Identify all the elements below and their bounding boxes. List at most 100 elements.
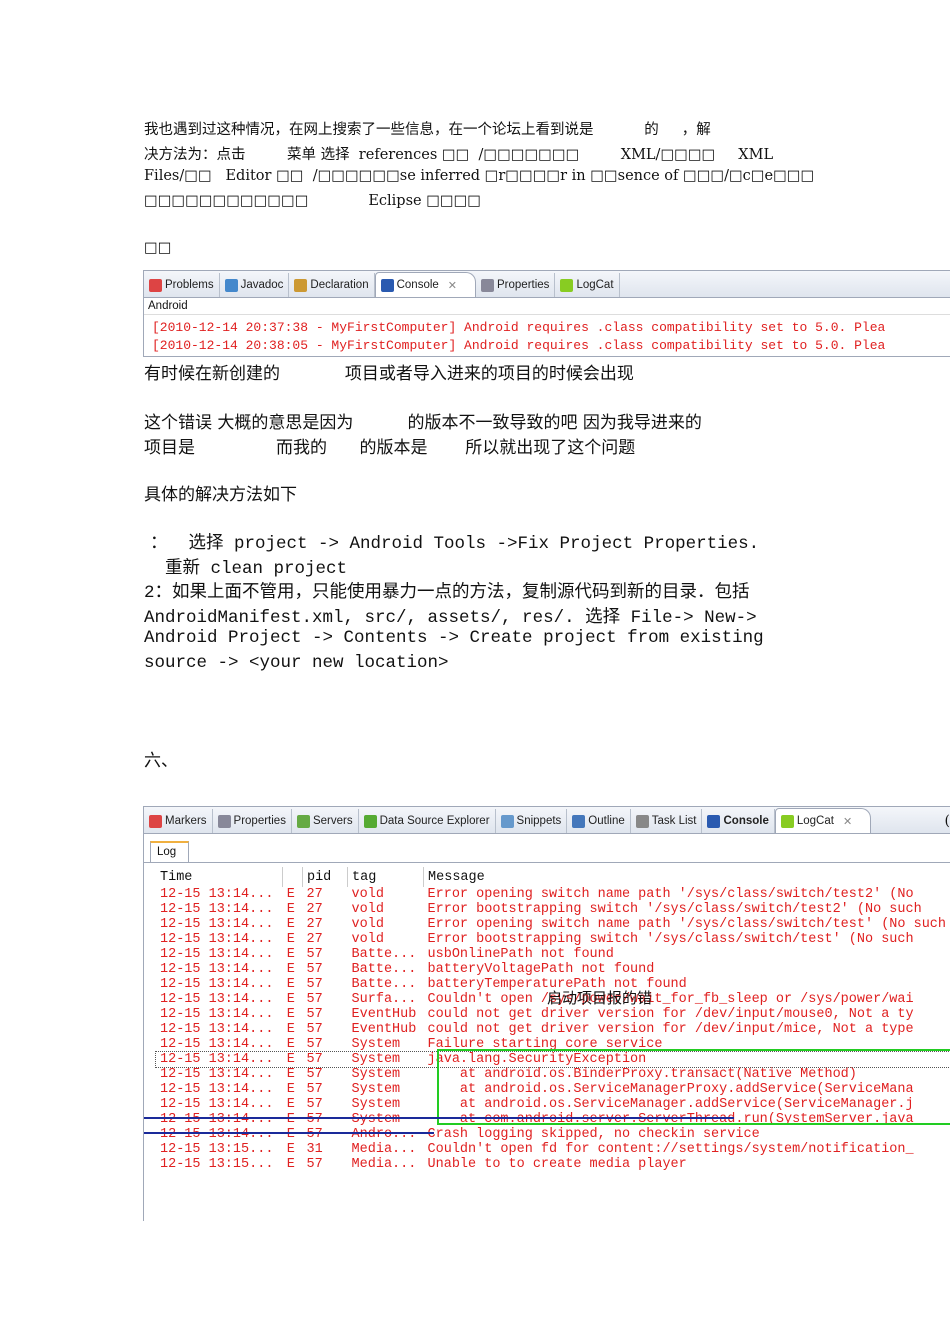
tab-data-source-explorer[interactable]: Data Source Explorer bbox=[359, 809, 496, 833]
log-cell: 12-15 13:15... bbox=[160, 1142, 274, 1157]
tab-label: Snippets bbox=[516, 815, 562, 827]
log-cell: 57 bbox=[306, 1157, 323, 1172]
tab-logcat[interactable]: LogCat bbox=[555, 273, 620, 297]
task-list-icon bbox=[635, 814, 649, 828]
properties-icon bbox=[217, 814, 231, 828]
log-row[interactable]: 12-15 13:14... E 27 vold Error opening switc… bbox=[156, 917, 950, 932]
log-row[interactable]: 12-15 13:14... E 57 EventHub could not get d… bbox=[156, 1022, 950, 1037]
logcat-icon bbox=[560, 278, 574, 292]
log-cell: E bbox=[286, 932, 295, 947]
tab-task-list[interactable]: Task List bbox=[631, 809, 703, 833]
log-row[interactable]: 12-15 13:14... E 27 vold Error opening switc… bbox=[156, 887, 950, 902]
tab-javadoc[interactable]: Javadoc bbox=[220, 273, 290, 297]
log-cell: E bbox=[286, 1037, 295, 1052]
log-cell: E bbox=[286, 947, 295, 962]
intro-line: 我也遇到过这种情况，在网上搜索了一些信息，在一个论坛上看到说是 的 ，解 bbox=[144, 122, 711, 138]
log-cell: 12-15 13:14... bbox=[160, 1127, 274, 1142]
log-cell: 57 bbox=[306, 1022, 323, 1037]
log-row[interactable]: 12-15 13:14... E 27 vold Error bootstrapping… bbox=[156, 932, 950, 947]
log-cell: 12-15 13:14... bbox=[160, 932, 274, 947]
log-cell: Couldn't open fd for content://settings/… bbox=[427, 1142, 914, 1157]
log-cell: Couldn't open /sys/power/wait_for_fb_sle… bbox=[427, 992, 914, 1007]
tab-markers[interactable]: Markers bbox=[144, 809, 213, 833]
underline-mark bbox=[144, 1132, 434, 1134]
column-time[interactable]: Time bbox=[156, 867, 283, 887]
tab-console[interactable]: Console bbox=[702, 809, 775, 833]
tab-label: Properties bbox=[497, 279, 550, 291]
column-level[interactable] bbox=[282, 867, 303, 887]
log-cell: 57 bbox=[306, 947, 323, 962]
log-cell: System bbox=[351, 1112, 401, 1127]
paragraph: 具体的解决方法如下 bbox=[144, 485, 297, 505]
log-cell: E bbox=[286, 1127, 295, 1142]
log-cell: batteryVoltagePath not found bbox=[427, 962, 655, 977]
close-icon[interactable]: ✕ bbox=[448, 279, 457, 292]
log-row[interactable]: 12-15 13:15... E 57 Media... Unable to to cr… bbox=[156, 1157, 950, 1172]
log-cell: Unable to to create media player bbox=[427, 1157, 687, 1172]
log-row[interactable]: 12-15 13:14... E 27 vold Error bootstrapping… bbox=[156, 902, 950, 917]
column-message[interactable]: Message bbox=[423, 867, 950, 887]
step-line: ： 选择 project -> Android Tools ->Fix Proj… bbox=[150, 534, 760, 554]
tab-servers[interactable]: Servers bbox=[292, 809, 359, 833]
log-cell: 12-15 13:14... bbox=[160, 1097, 274, 1112]
step-line: Android Project -> Contents -> Create pr… bbox=[144, 628, 764, 648]
log-cell: Surfa... bbox=[351, 992, 417, 1007]
log-cell: 57 bbox=[306, 977, 323, 992]
log-cell: E bbox=[286, 1142, 295, 1157]
javadoc-icon bbox=[224, 278, 238, 292]
console-line: [2010-12-14 20:37:38 - MyFirstComputer] … bbox=[152, 320, 886, 335]
markers-icon bbox=[149, 814, 162, 828]
console-icon bbox=[707, 814, 721, 828]
tab-console[interactable]: Console ✕ bbox=[374, 272, 477, 297]
log-cell: E bbox=[286, 962, 295, 977]
log-cell: 27 bbox=[306, 902, 323, 917]
tab-declaration[interactable]: Declaration bbox=[289, 273, 375, 297]
log-cell: 12-15 13:14... bbox=[160, 1022, 274, 1037]
log-cell: 12-15 13:14... bbox=[160, 992, 274, 1007]
log-cell: 12-15 13:14... bbox=[160, 962, 274, 977]
log-cell: 12-15 13:14... bbox=[160, 1112, 274, 1127]
log-cell: 57 bbox=[306, 992, 323, 1007]
log-cell: batteryTemperaturePath not found bbox=[427, 977, 687, 992]
log-row[interactable]: 12-15 13:14... E 57 Batte... batteryVoltageP… bbox=[156, 962, 950, 977]
column-tag[interactable]: tag bbox=[347, 867, 424, 887]
log-cell: E bbox=[286, 992, 295, 1007]
tab-problems[interactable]: Problems bbox=[144, 273, 220, 297]
column-pid[interactable]: pid bbox=[301, 867, 348, 887]
tab-properties[interactable]: Properties bbox=[213, 809, 292, 833]
underline-mark bbox=[144, 1117, 734, 1119]
tab-logcat[interactable]: LogCat ✕ bbox=[774, 808, 872, 833]
log-cell: Batte... bbox=[351, 962, 417, 977]
paragraph: 项目是 而我的 的版本是 所以就出现了这个问题 bbox=[144, 438, 636, 458]
log-cell: System bbox=[351, 1067, 401, 1082]
log-cell: System bbox=[351, 1052, 401, 1067]
tab-properties[interactable]: Properties bbox=[476, 273, 556, 297]
log-cell: 27 bbox=[306, 887, 323, 902]
log-cell: System bbox=[351, 1082, 401, 1097]
log-cell: Error bootstrapping switch '/sys/class/s… bbox=[427, 902, 922, 917]
snippets-icon bbox=[500, 814, 514, 828]
log-cell: usbOnlinePath not found bbox=[427, 947, 614, 962]
log-cell: EventHub bbox=[351, 1022, 417, 1037]
tab-snippets[interactable]: Snippets bbox=[496, 809, 568, 833]
tab-label: Declaration bbox=[310, 279, 369, 291]
log-cell: 12-15 13:14... bbox=[160, 1082, 274, 1097]
log-row[interactable]: 12-15 13:15... E 31 Media... Couldn't open f… bbox=[156, 1142, 950, 1157]
log-cell: System bbox=[351, 1037, 401, 1052]
log-cell: 57 bbox=[306, 1112, 323, 1127]
log-row[interactable]: 12-15 13:14... E 57 EventHub could not get d… bbox=[156, 1007, 950, 1022]
console-icon bbox=[380, 278, 394, 292]
log-cell: E bbox=[286, 977, 295, 992]
tab-outline[interactable]: Outline bbox=[567, 809, 631, 833]
tab-label: Servers bbox=[312, 815, 353, 827]
log-cell: 57 bbox=[306, 1067, 323, 1082]
console-line: [2010-12-14 20:38:05 - MyFirstComputer] … bbox=[152, 338, 886, 353]
servers-icon bbox=[296, 814, 310, 828]
log-cell: 12-15 13:14... bbox=[160, 917, 274, 932]
menu-icon[interactable]: ( bbox=[945, 813, 950, 829]
close-icon[interactable]: ✕ bbox=[843, 815, 852, 828]
log-row[interactable]: 12-15 13:14... E 57 Batte... usbOnlinePath n… bbox=[156, 947, 950, 962]
log-row[interactable]: 12-15 13:14... E 57 Andro... Crash logging s… bbox=[156, 1127, 950, 1142]
log-cell: Error bootstrapping switch '/sys/class/s… bbox=[427, 932, 914, 947]
tab-log[interactable]: Log bbox=[150, 841, 190, 862]
